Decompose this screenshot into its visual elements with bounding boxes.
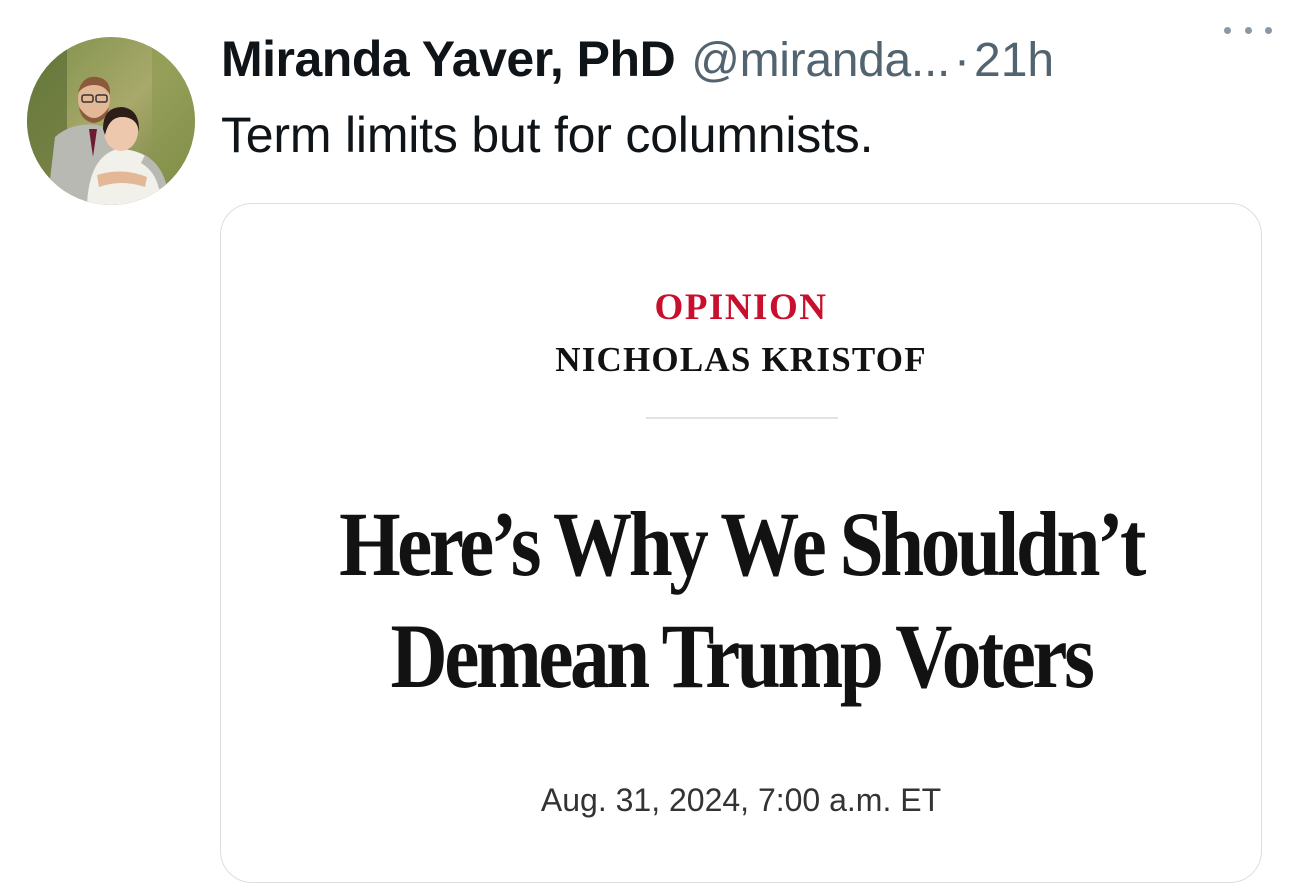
more-dot	[1244, 26, 1252, 34]
article-headline: Here’s Why We Shouldn’t Demean Trump Vot…	[294, 488, 1188, 712]
display-name[interactable]: Miranda Yaver, PhD	[221, 30, 676, 88]
more-dot	[1265, 26, 1272, 34]
headline-line-2: Demean Trump Voters	[390, 605, 1095, 707]
profile-photo-icon	[27, 37, 195, 205]
article-date: Aug. 31, 2024, 7:00 a.m. ET	[540, 782, 942, 818]
separator-dot: ·	[954, 34, 971, 87]
article-kicker: OPINION	[654, 287, 828, 328]
tweet-header: Miranda Yaver, PhD @miranda... · 21h	[221, 30, 1270, 94]
media-card[interactable]: OPINION NICHOLAS KRISTOF Here’s Why We S…	[220, 203, 1262, 883]
timestamp[interactable]: 21h	[974, 33, 1054, 88]
user-handle[interactable]: @miranda...	[691, 33, 950, 88]
more-options-icon[interactable]	[1224, 18, 1272, 42]
tweet-text: Term limits but for columnists.	[221, 107, 874, 163]
more-dot	[1224, 26, 1231, 34]
avatar[interactable]	[27, 37, 195, 205]
headline-line-1: Here’s Why We Shouldn’t	[339, 493, 1146, 595]
article-byline: NICHOLAS KRISTOF	[555, 340, 927, 379]
divider	[646, 417, 838, 419]
